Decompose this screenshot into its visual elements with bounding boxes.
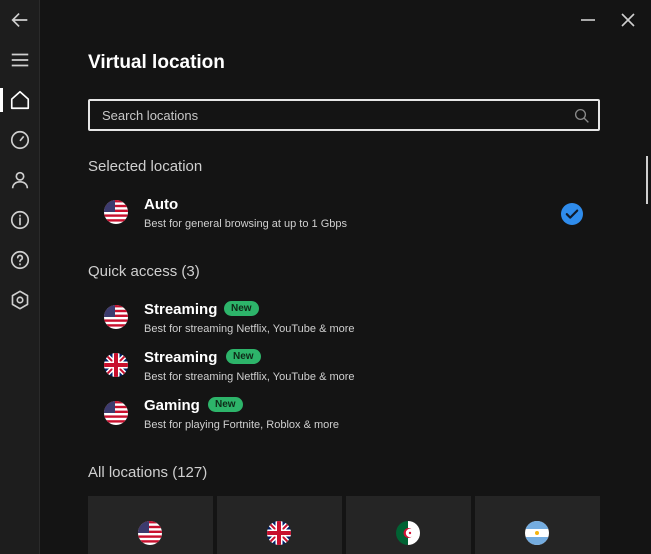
sidebar-item-settings[interactable]	[0, 280, 40, 320]
selected-location-row[interactable]: Auto Best for general browsing at up to …	[88, 192, 600, 236]
location-tile-uk[interactable]	[217, 496, 342, 554]
us-flag-icon	[104, 200, 128, 224]
location-name: Gaming	[144, 397, 200, 414]
quick-access-heading: Quick access (3)	[88, 263, 200, 280]
argentina-flag-icon	[525, 521, 549, 545]
close-button[interactable]	[616, 8, 640, 32]
location-tile-algeria[interactable]	[346, 496, 471, 554]
new-badge: New	[224, 301, 259, 316]
us-flag-icon	[104, 401, 128, 425]
scrollbar-thumb[interactable]	[646, 156, 648, 204]
us-flag-icon	[104, 305, 128, 329]
sidebar-item-help[interactable]	[0, 240, 40, 280]
selected-location-heading: Selected location	[88, 158, 203, 175]
new-badge: New	[226, 349, 261, 364]
location-description: Best for streaming Netflix, YouTube & mo…	[144, 323, 355, 335]
sidebar-item-account[interactable]	[0, 160, 40, 200]
search-box[interactable]	[88, 99, 600, 131]
quick-access-item[interactable]: Streaming New Best for streaming Netflix…	[88, 297, 600, 341]
page-title: Virtual location	[88, 52, 225, 73]
info-icon	[10, 210, 30, 230]
sidebar-item-home[interactable]	[0, 80, 40, 120]
location-description: Best for general browsing at up to 1 Gbp…	[144, 218, 348, 230]
settings-hexagon-icon	[11, 290, 29, 310]
location-tile-argentina[interactable]	[475, 496, 600, 554]
all-locations-heading: All locations (127)	[88, 464, 208, 481]
question-icon	[10, 250, 30, 270]
checkmark-circle-icon	[561, 203, 583, 225]
quick-access-item[interactable]: Gaming New Best for playing Fortnite, Ro…	[88, 393, 600, 437]
search-icon[interactable]	[573, 107, 591, 125]
location-tile-us[interactable]	[88, 496, 213, 554]
hamburger-menu-icon	[11, 53, 29, 67]
back-button[interactable]	[0, 0, 40, 40]
location-description: Best for playing Fortnite, Roblox & more	[144, 419, 340, 431]
minimize-icon	[581, 19, 595, 21]
speedometer-icon	[10, 130, 30, 150]
user-icon	[11, 171, 29, 189]
location-name: Streaming	[144, 301, 218, 318]
arrow-left-icon	[11, 12, 28, 28]
sidebar-item-speed[interactable]	[0, 120, 40, 160]
minimize-button[interactable]	[576, 8, 600, 32]
location-name: Streaming	[144, 349, 218, 366]
location-tiles	[88, 496, 600, 554]
uk-flag-icon	[104, 353, 128, 377]
uk-flag-icon	[267, 521, 291, 545]
menu-button[interactable]	[0, 40, 40, 80]
search-input[interactable]	[90, 101, 598, 129]
sidebar-item-info[interactable]	[0, 200, 40, 240]
new-badge: New	[208, 397, 243, 412]
sidebar	[0, 0, 40, 554]
location-name: Auto	[144, 196, 179, 213]
quick-access-item[interactable]: Streaming New Best for streaming Netflix…	[88, 345, 600, 389]
location-description: Best for streaming Netflix, YouTube & mo…	[144, 371, 355, 383]
algeria-flag-icon	[396, 521, 420, 545]
home-icon	[10, 90, 30, 110]
us-flag-icon	[138, 521, 162, 545]
close-icon	[621, 13, 635, 27]
